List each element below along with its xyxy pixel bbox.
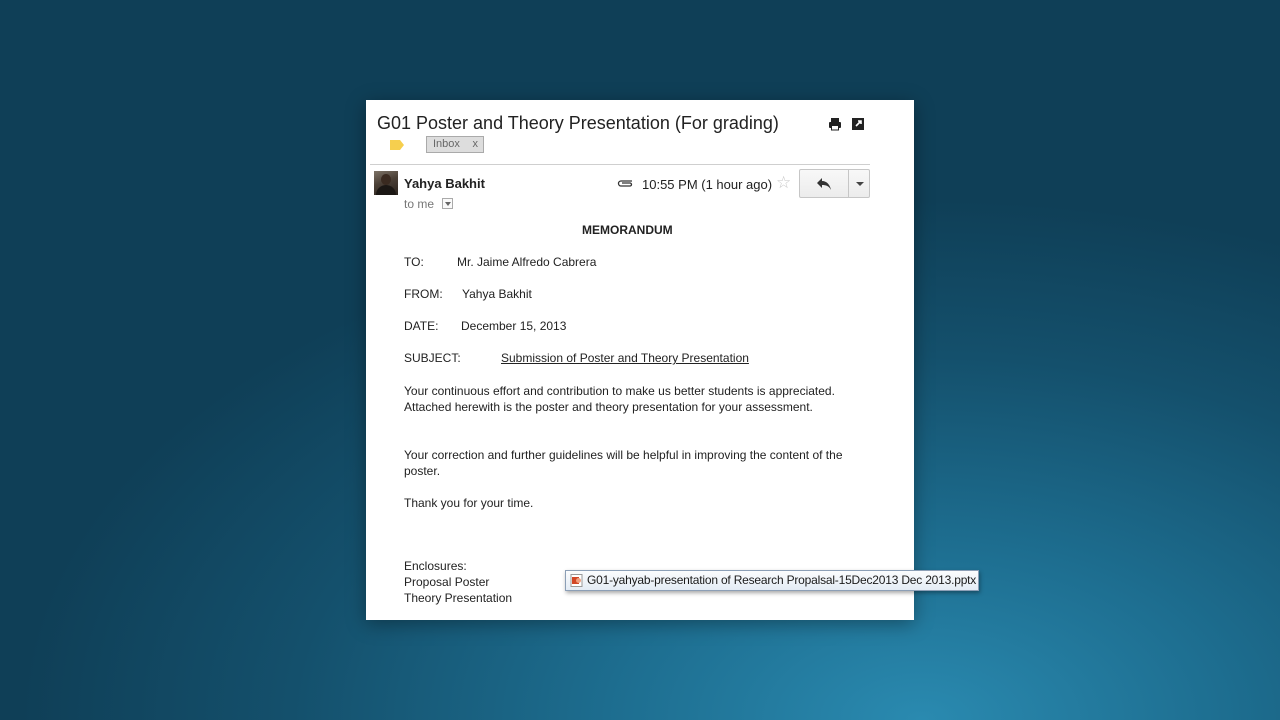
memo-paragraph-1: Your continuous effort and contribution … [404,384,835,414]
sender-name[interactable]: Yahya Bakhit [404,176,485,191]
email-subject: G01 Poster and Theory Presentation (For … [377,113,779,133]
recipient-line: to me [404,197,435,211]
email-timestamp: 10:55 PM (1 hour ago) [642,177,773,192]
powerpoint-file-icon [570,574,583,587]
subject-value: Submission of Poster and Theory Presenta… [501,351,749,365]
memo-title: MEMORANDUM [582,223,673,237]
header-divider [370,164,870,165]
enclosures-label: Enclosures: [404,559,467,573]
avatar-head [381,174,391,185]
remove-label-button[interactable]: x [473,137,479,152]
date-value: December 15, 2013 [461,319,567,333]
date-label: DATE: [404,319,439,333]
star-icon[interactable]: ☆ [776,174,791,191]
tooltip-text: G01-yahyab-presentation of Research Prop… [587,573,977,587]
memo-paragraph-3: Thank you for your time. [404,496,534,510]
from-label: FROM: [404,287,443,301]
to-value: Mr. Jaime Alfredo Cabrera [457,255,597,269]
show-details-chevron-icon[interactable] [442,198,453,209]
paperclip-icon [617,180,633,187]
avatar-shoulders [376,185,396,195]
enclosure-item: Proposal Poster [404,575,490,589]
from-value: Yahya Bakhit [462,287,532,301]
email-view-panel: G01 Poster and Theory Presentation (For … [366,100,914,620]
label-icon[interactable] [390,139,404,151]
print-icon[interactable] [827,116,843,132]
new-window-icon[interactable] [850,116,866,132]
to-label: TO: [404,255,424,269]
attachment-filename-tooltip: G01-yahyab-presentation of Research Prop… [565,570,979,591]
memo-paragraph-2: Your correction and further guidelines w… [404,448,843,478]
avatar[interactable] [374,171,398,195]
inbox-label-chip[interactable]: Inbox x [426,136,484,153]
enclosure-item: Theory Presentation [404,591,513,605]
more-actions-button[interactable] [848,169,870,198]
reply-button[interactable] [799,169,849,198]
subject-label: SUBJECT: [404,351,461,365]
inbox-label-text: Inbox [433,138,460,150]
reply-icon [817,178,831,190]
